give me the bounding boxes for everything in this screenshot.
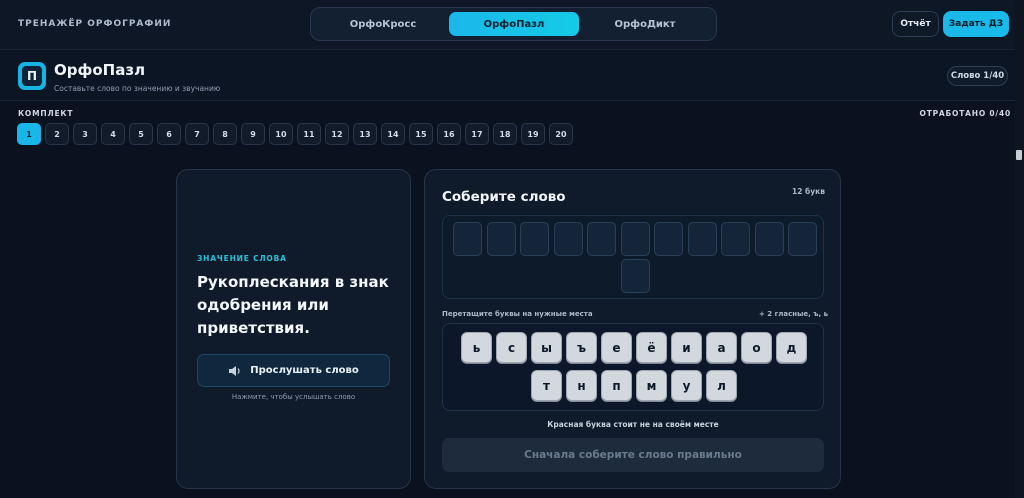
- letter-tile[interactable]: а: [706, 332, 737, 363]
- answer-slot[interactable]: [486, 222, 516, 256]
- app-logo: П: [18, 62, 46, 90]
- tab-orfodikt[interactable]: ОрфоДикт: [580, 12, 710, 36]
- letter-tile[interactable]: м: [636, 370, 667, 401]
- set-button-6[interactable]: 6: [157, 123, 181, 145]
- assign-homework-button[interactable]: Задать ДЗ: [943, 11, 1009, 37]
- letter-tile[interactable]: у: [671, 370, 702, 401]
- set-button-13[interactable]: 13: [353, 123, 377, 145]
- letter-tile[interactable]: с: [496, 332, 527, 363]
- answer-slot[interactable]: [654, 222, 683, 256]
- set-button-7[interactable]: 7: [185, 123, 209, 145]
- answer-slot[interactable]: [687, 222, 717, 256]
- set-label: КОМПЛЕКТ: [18, 109, 74, 118]
- tab-orfopazl[interactable]: ОрфоПазл: [449, 12, 579, 36]
- meaning-label: ЗНАЧЕНИЕ СЛОВА: [197, 254, 287, 263]
- worked-counter: ОТРАБОТАНО 0/40: [919, 109, 1011, 118]
- set-button-18[interactable]: 18: [493, 123, 517, 145]
- letter-tile[interactable]: д: [776, 332, 807, 363]
- tab-orfokross[interactable]: ОрфоКросс: [318, 12, 448, 36]
- listen-hint: Нажмите, чтобы услышать слово: [231, 393, 356, 401]
- set-button-2[interactable]: 2: [45, 123, 69, 145]
- answer-slot[interactable]: [453, 222, 482, 256]
- set-selector: 1 2 3 4 5 6 7 8 9 10 11 12 13 14 15 16 17 18 19 20: [17, 123, 573, 145]
- word-counter-badge: Слово 1/40: [947, 66, 1008, 86]
- letter-tile[interactable]: о: [741, 332, 772, 363]
- set-button-17[interactable]: 17: [465, 123, 489, 145]
- answer-slot[interactable]: [754, 222, 784, 256]
- answer-slot[interactable]: [620, 259, 650, 293]
- letter-tile[interactable]: ы: [531, 332, 562, 363]
- letter-tile[interactable]: н: [566, 370, 597, 401]
- mode-switcher: ОрфоКросс ОрфоПазл ОрфоДикт: [310, 7, 717, 41]
- answer-slot[interactable]: [620, 222, 650, 256]
- set-button-4[interactable]: 4: [101, 123, 125, 145]
- answer-slot[interactable]: [721, 222, 750, 256]
- letter-tile[interactable]: п: [601, 370, 632, 401]
- letter-tile[interactable]: е: [601, 332, 632, 363]
- answer-slot[interactable]: [553, 222, 583, 256]
- letter-bank: ьсыъеёиаод тнпмул: [442, 323, 824, 411]
- answer-slot[interactable]: [788, 222, 817, 256]
- set-button-1[interactable]: 1: [17, 123, 41, 145]
- scrollbar-thumb[interactable]: [1016, 150, 1022, 160]
- letter-tile[interactable]: ь: [461, 332, 492, 363]
- set-button-16[interactable]: 16: [437, 123, 461, 145]
- page-subtitle: Составьте слово по значению и звучанию: [54, 84, 221, 93]
- speaker-icon: [229, 365, 240, 376]
- letter-tile[interactable]: л: [706, 370, 737, 401]
- misplaced-letter-hint: Красная буква стоит не на своём месте: [547, 420, 719, 429]
- answer-slot[interactable]: [587, 222, 616, 256]
- listen-word-button[interactable]: Прослушать слово: [197, 354, 390, 387]
- set-button-12[interactable]: 12: [325, 123, 349, 145]
- set-button-15[interactable]: 15: [409, 123, 433, 145]
- puzzle-title: Соберите слово: [442, 189, 566, 205]
- top-bar: ТРЕНАЖЁР ОРФОГРАФИИ ОрфоКросс ОрфоПазл О…: [0, 0, 1015, 50]
- set-button-9[interactable]: 9: [241, 123, 265, 145]
- set-button-11[interactable]: 11: [297, 123, 321, 145]
- letter-tile[interactable]: ъ: [566, 332, 597, 363]
- report-button[interactable]: Отчёт: [892, 11, 939, 37]
- letter-tile[interactable]: ё: [636, 332, 667, 363]
- set-button-19[interactable]: 19: [521, 123, 545, 145]
- meaning-text: Рукоплескания в знак одобрения или приве…: [197, 273, 389, 337]
- brand-title: ТРЕНАЖЁР ОРФОГРАФИИ: [18, 19, 172, 29]
- page-title: ОрфоПазл: [54, 61, 146, 79]
- set-button-3[interactable]: 3: [73, 123, 97, 145]
- set-button-20[interactable]: 20: [549, 123, 573, 145]
- set-button-5[interactable]: 5: [129, 123, 153, 145]
- submit-button[interactable]: Сначала соберите слово правильно: [442, 438, 824, 472]
- letter-tile[interactable]: т: [531, 370, 562, 401]
- letters-count: 12 букв: [792, 187, 826, 196]
- listen-button-label: Прослушать слово: [250, 365, 359, 376]
- set-button-8[interactable]: 8: [213, 123, 237, 145]
- drag-instruction: Перетащите буквы на нужные места: [442, 310, 593, 318]
- extra-letters-hint: + 2 гласные, ъ, ь: [759, 310, 829, 318]
- app-header: [0, 51, 1015, 101]
- logo-letter: П: [22, 66, 42, 86]
- letter-tile[interactable]: и: [671, 332, 702, 363]
- set-button-14[interactable]: 14: [381, 123, 405, 145]
- answer-slots: [442, 215, 824, 299]
- set-button-10[interactable]: 10: [269, 123, 293, 145]
- page-scrollbar[interactable]: [1015, 0, 1024, 498]
- answer-slot[interactable]: [520, 222, 549, 256]
